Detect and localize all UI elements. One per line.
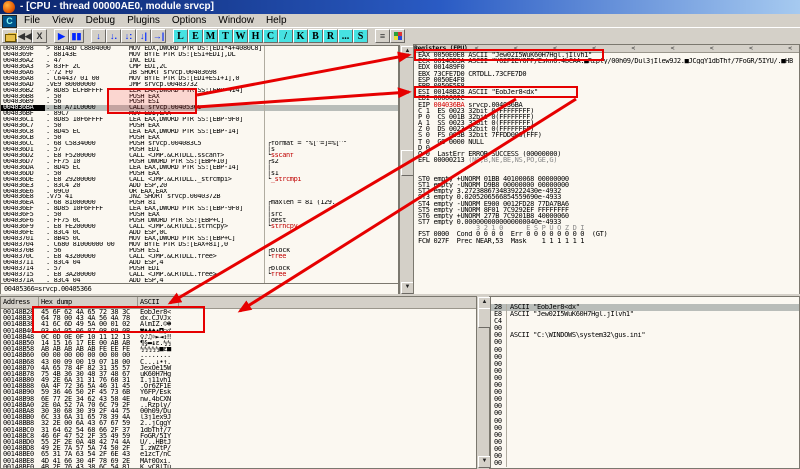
disasm-scrollbar[interactable]: ▲ ▼ [399, 45, 413, 295]
stack-row[interactable]: 00 [491, 425, 799, 432]
restart-button[interactable]: ◀◀ [17, 29, 32, 43]
step-into-button[interactable]: ↓ [91, 29, 106, 43]
view-windows-button[interactable]: W [233, 29, 248, 43]
execute-till-return-button[interactable]: →| [151, 29, 166, 43]
menu-file[interactable]: File [18, 14, 46, 27]
view-memory-button[interactable]: M [203, 29, 218, 43]
menu-debug[interactable]: Debug [80, 14, 121, 27]
stack-row[interactable]: 00 [491, 347, 799, 354]
menu-items: FileViewDebugPluginsOptionsWindowHelp [18, 14, 293, 27]
stack-row[interactable]: 00 [491, 354, 799, 361]
view-source-button[interactable]: S [353, 29, 368, 43]
menu-plugins[interactable]: Plugins [121, 14, 166, 27]
close-button[interactable]: X [32, 29, 47, 43]
view-run-trace-button[interactable]: ... [338, 29, 353, 43]
stack-row[interactable]: 00 [491, 389, 799, 396]
stack-row[interactable]: 00 [491, 418, 799, 425]
stack-row[interactable]: 00 [491, 339, 799, 346]
run-button[interactable]: ▶ [54, 29, 69, 43]
dump-row[interactable]: 00148BF04B 2E 76 43 38 6C 54 81K.vC8lTü [1, 464, 476, 469]
stack-row[interactable]: 00 [491, 382, 799, 389]
toolbar-gap[interactable] [368, 29, 375, 43]
animate-into-button[interactable]: ↓: [121, 29, 136, 43]
open-file-button[interactable] [2, 29, 17, 43]
stack-row[interactable]: 00 [491, 403, 799, 410]
stack-row[interactable]: 28ASCII "EobJer8<dx" [491, 304, 799, 311]
stack-pane[interactable]: 28ASCII "EobJer8<dx" E8ASCII "Jew02I5WuK… [490, 296, 800, 469]
appearance-button[interactable] [390, 29, 405, 43]
view-threads-button[interactable]: T [218, 29, 233, 43]
disassembly-pane[interactable]: 00403698 > 8B14BD C8804000 MOV EDX,DWORD… [0, 45, 399, 284]
toolbar: ◀◀X ▶▮▮ ↓↓.↓:↓|→| LEMTWHC/KBR...S ≡ [0, 28, 800, 45]
stack-row[interactable]: 00ASCII "C:\WINDOWS\system32\gus.ini" [491, 332, 799, 339]
pause-button[interactable]: ▮▮ [69, 29, 84, 43]
dump-rows: 00148B2845 6F 62 4A 65 72 38 3CEobJer8< … [1, 309, 476, 469]
stack-row[interactable]: 00 [491, 432, 799, 439]
hex-dump-pane[interactable]: Address Hex dump ASCII 00148B2845 6F 62 … [0, 296, 477, 469]
toolbar-gap[interactable] [166, 29, 173, 43]
dump-scrollbar[interactable]: ▲ ▼ [476, 296, 489, 469]
menu-view[interactable]: View [46, 14, 80, 27]
view-handles-button[interactable]: H [248, 29, 263, 43]
stack-row[interactable]: 00 [491, 460, 799, 467]
stack-row[interactable]: E8ASCII "Jew02I5WuK60H7Hgl.jIlvh1" [491, 311, 799, 318]
stack-row[interactable]: 00 [491, 396, 799, 403]
window-title: - [CPU - thread 00000AE0, module srvcp] [20, 0, 214, 14]
stack-row[interactable]: 00 [491, 453, 799, 460]
title-bar[interactable]: - [CPU - thread 00000AE0, module srvcp] [0, 0, 800, 14]
dump-header-ascii[interactable]: ASCII [140, 297, 159, 307]
step-over-button[interactable]: ↓. [106, 29, 121, 43]
animate-over-button[interactable]: ↓| [136, 29, 151, 43]
ollydbg-icon [3, 1, 15, 13]
view-breakpoints-button[interactable]: B [308, 29, 323, 43]
stack-row[interactable]: C4 [491, 318, 799, 325]
stack-row[interactable]: 00 [491, 375, 799, 382]
dump-header-address[interactable]: Address [3, 297, 30, 307]
menu-bar: C FileViewDebugPluginsOptionsWindowHelp [0, 14, 800, 28]
ollydbg-window: { "window": { "title": "- [CPU - thread … [0, 0, 800, 469]
options-button[interactable]: ≡ [375, 29, 390, 43]
menu-options[interactable]: Options [166, 14, 212, 27]
toolbar-gap[interactable] [84, 29, 91, 43]
stack-row[interactable]: 00 [491, 368, 799, 375]
registers-pane[interactable]: Registers (FPU) < < < < < < < < < EAX 00… [413, 44, 800, 295]
stack-rows: 28ASCII "EobJer8<dx" E8ASCII "Jew02I5WuK… [491, 304, 799, 467]
view-patches-button[interactable]: / [278, 29, 293, 43]
toolbar-gap[interactable] [47, 29, 54, 43]
stack-row[interactable]: 00 [491, 410, 799, 417]
dump-header-hex[interactable]: Hex dump [41, 297, 72, 307]
stack-row[interactable]: 00 [491, 439, 799, 446]
view-cpu-button[interactable]: C [263, 29, 278, 43]
view-executables-button[interactable]: E [188, 29, 203, 43]
menu-window[interactable]: Window [212, 14, 260, 27]
menu-help[interactable]: Help [260, 14, 293, 27]
register-row[interactable]: FCW 027F Prec NEAR,53 Mask 1 1 1 1 1 1 [418, 238, 799, 244]
stack-row[interactable]: 00 [491, 325, 799, 332]
pane-header-marks: < < < < < < < < < [475, 44, 792, 52]
cpu-window-icon[interactable]: C [2, 15, 17, 28]
register-row[interactable]: ECX 00148B3A ASCII "Y62PIEY6FP/EsknO.4bC… [418, 58, 799, 64]
stack-row[interactable]: 00 [491, 446, 799, 453]
view-references-button[interactable]: R [323, 29, 338, 43]
register-rows: EAX 0050E0E8 ASCII "Jew02I5WuK60H7Hgl.jI… [418, 52, 799, 244]
stack-row[interactable]: 00 [491, 361, 799, 368]
dump-column-headers: Address Hex dump ASCII [1, 297, 476, 309]
view-call-stack-button[interactable]: K [293, 29, 308, 43]
view-log-button[interactable]: L [173, 29, 188, 43]
